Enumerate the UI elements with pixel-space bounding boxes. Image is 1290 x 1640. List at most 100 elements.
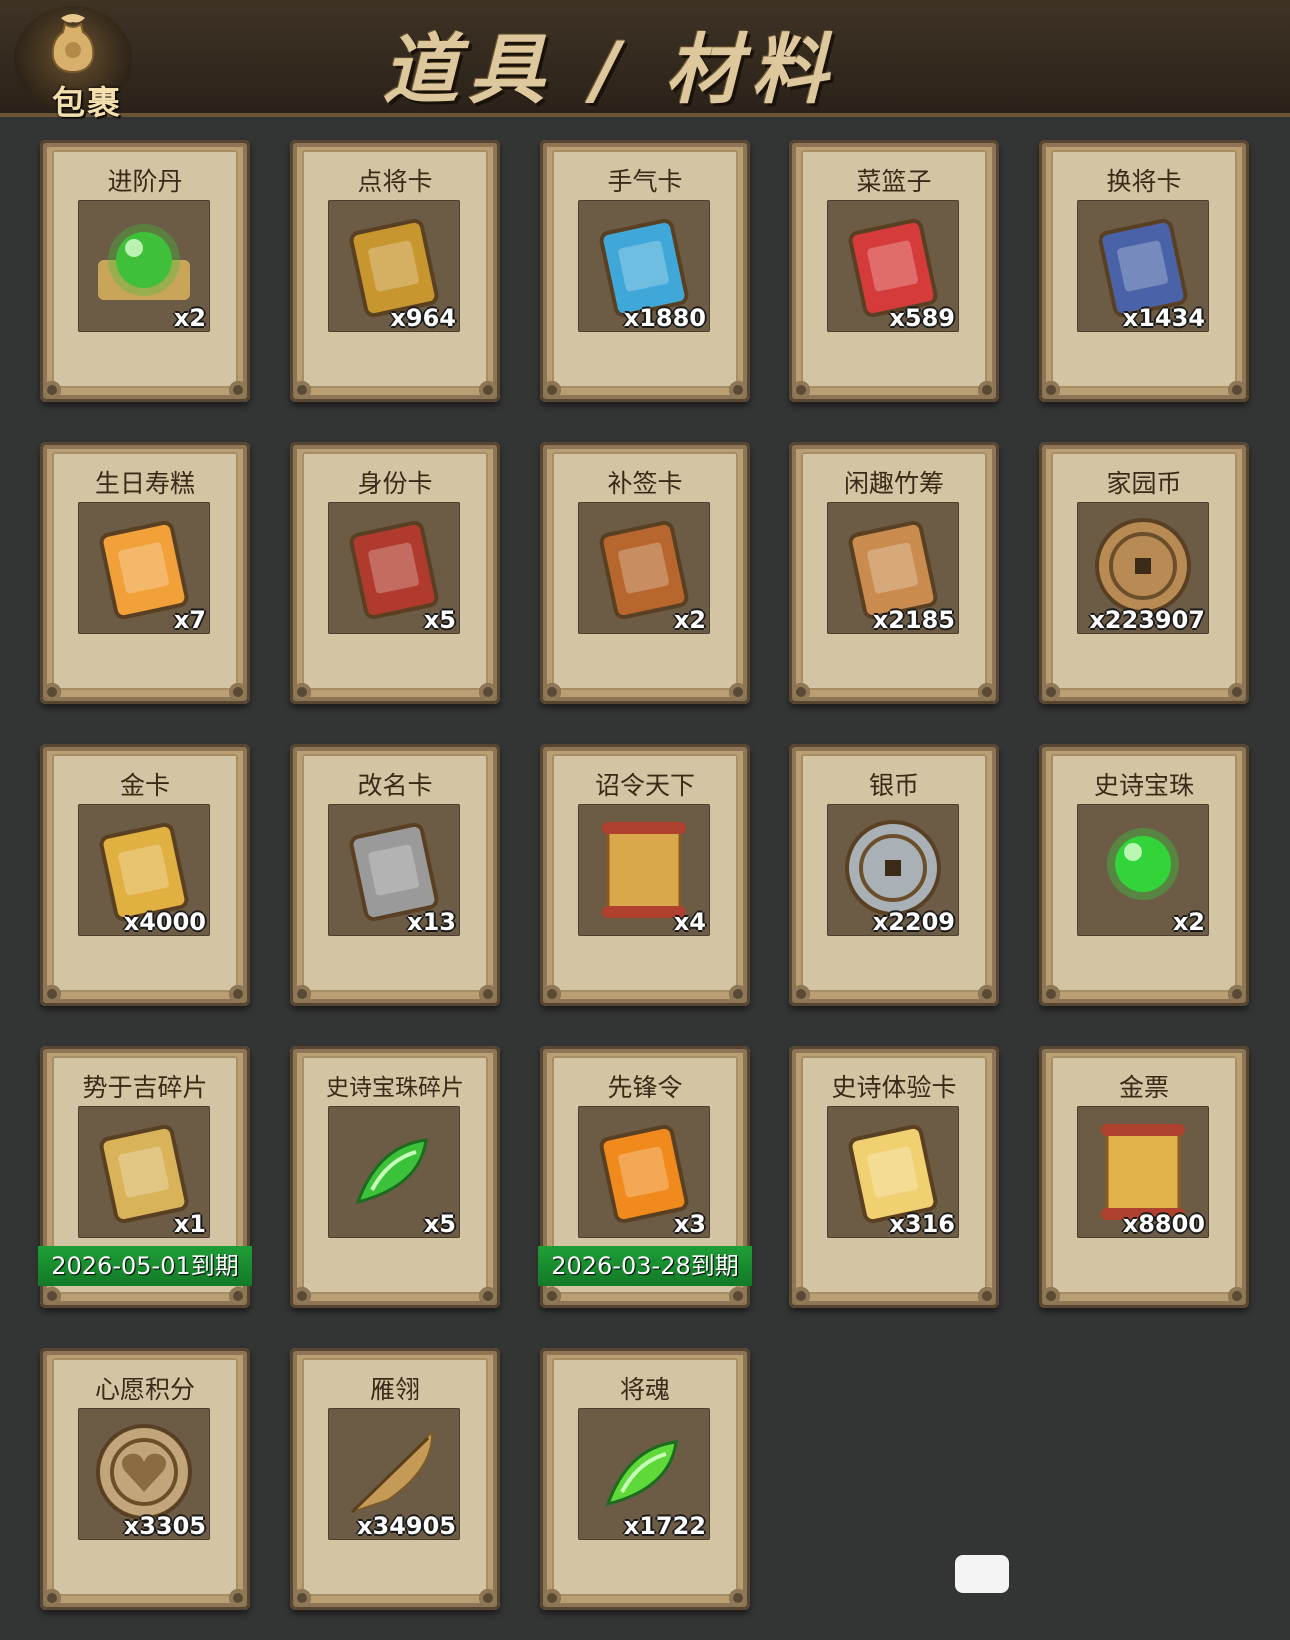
item-card[interactable]: 换将卡 x1434 <box>1039 140 1249 402</box>
item-image: x1 <box>78 1106 210 1238</box>
item-name: 改名卡 <box>357 771 433 800</box>
item-card[interactable]: 家园币 x223907 <box>1039 442 1249 704</box>
card-corner-ornament <box>229 683 247 701</box>
card-corner-ornament <box>792 683 810 701</box>
item-count: x3 <box>673 1210 706 1238</box>
item-card-panel: 史诗宝珠 x2 <box>1051 754 1237 992</box>
item-card[interactable]: 先锋令 x3 2026-03-28到期 <box>538 1046 752 1308</box>
card-corner-ornament <box>229 381 247 399</box>
item-image: x7 <box>78 502 210 634</box>
item-count: x316 <box>889 1210 955 1238</box>
item-image: x34905 <box>328 1408 460 1540</box>
item-name: 史诗宝珠碎片 <box>326 1075 464 1101</box>
card-corner-ornament <box>229 1589 247 1607</box>
item-card-panel: 补签卡 x2 <box>552 452 738 690</box>
item-image: x4 <box>578 804 710 936</box>
item-count: x1 <box>173 1210 206 1238</box>
item-name: 银币 <box>868 771 919 800</box>
watermark-icon <box>955 1555 1009 1593</box>
item-image: x589 <box>827 200 959 332</box>
card-corner-ornament <box>1228 381 1246 399</box>
item-count: x8800 <box>1122 1210 1205 1238</box>
card-corner-ornament <box>43 381 61 399</box>
item-card[interactable]: 势于吉碎片 x1 2026-05-01到期 <box>38 1046 252 1308</box>
item-image: x2 <box>578 502 710 634</box>
item-card[interactable]: 闲趣竹筹 x2185 <box>789 442 999 704</box>
card-corner-ornament <box>479 381 497 399</box>
card-corner-ornament <box>543 1287 561 1305</box>
page-title: 道具 / 材料 <box>382 25 838 114</box>
item-card-panel: 手气卡 x1880 <box>552 150 738 388</box>
card-corner-ornament <box>543 985 561 1003</box>
item-count: x5 <box>423 606 456 634</box>
item-image: x2 <box>78 200 210 332</box>
item-image: x5 <box>328 1106 460 1238</box>
card-corner-ornament <box>43 1287 61 1305</box>
item-image: x1722 <box>578 1408 710 1540</box>
card-corner-ornament <box>1042 381 1060 399</box>
item-card[interactable]: 史诗宝珠 x2 <box>1039 744 1249 1006</box>
item-name: 菜篮子 <box>856 167 932 196</box>
item-count: x3305 <box>123 1512 206 1540</box>
card-corner-ornament <box>1228 1287 1246 1305</box>
item-card[interactable]: 金卡 x4000 <box>40 744 250 1006</box>
item-name: 手气卡 <box>607 167 683 196</box>
item-card[interactable]: 菜篮子 x589 <box>789 140 999 402</box>
bag-button[interactable]: 包裹 <box>14 6 132 122</box>
item-grid: 进阶丹 x2 点将卡 x964 手气卡 x1880 菜篮子 x589 换将卡 x1434… <box>38 140 1260 1620</box>
item-card-panel: 家园币 x223907 <box>1051 452 1237 690</box>
item-card[interactable]: 诏令天下 x4 <box>540 744 750 1006</box>
item-name: 将魂 <box>619 1375 670 1404</box>
item-name: 史诗宝珠 <box>1093 771 1194 800</box>
item-count: x2 <box>1172 908 1205 936</box>
card-corner-ornament <box>729 683 747 701</box>
item-image: x2185 <box>827 502 959 634</box>
item-image: x8800 <box>1077 1106 1209 1238</box>
item-card[interactable]: 金票 x8800 <box>1039 1046 1249 1308</box>
bag-label: 包裹 <box>52 83 122 122</box>
item-card-panel: 雁翎 x34905 <box>302 1358 488 1596</box>
item-name: 家园币 <box>1106 469 1182 498</box>
card-corner-ornament <box>978 381 996 399</box>
item-card[interactable]: 银币 x2209 <box>789 744 999 1006</box>
item-count: x964 <box>390 304 456 332</box>
item-image: x13 <box>328 804 460 936</box>
card-corner-ornament <box>543 683 561 701</box>
item-card[interactable]: 心愿积分 x3305 <box>40 1348 250 1610</box>
card-corner-ornament <box>43 985 61 1003</box>
item-name: 换将卡 <box>1106 167 1182 196</box>
item-card[interactable]: 进阶丹 x2 <box>40 140 250 402</box>
item-card-panel: 史诗宝珠碎片 x5 <box>302 1056 488 1294</box>
item-name: 心愿积分 <box>94 1375 195 1404</box>
item-card-panel: 将魂 x1722 <box>552 1358 738 1596</box>
item-count: x2185 <box>872 606 955 634</box>
item-card[interactable]: 手气卡 x1880 <box>540 140 750 402</box>
card-corner-ornament <box>293 1589 311 1607</box>
item-card-panel: 史诗体验卡 x316 <box>801 1056 987 1294</box>
item-count: x4 <box>673 908 706 936</box>
item-card[interactable]: 身份卡 x5 <box>290 442 500 704</box>
item-card[interactable]: 史诗宝珠碎片 x5 <box>290 1046 500 1308</box>
card-corner-ornament <box>229 1287 247 1305</box>
item-name: 诏令天下 <box>594 771 695 800</box>
item-card-panel: 改名卡 x13 <box>302 754 488 992</box>
bag-icon <box>51 14 95 74</box>
item-count: x2209 <box>872 908 955 936</box>
item-image: x5 <box>328 502 460 634</box>
item-card[interactable]: 史诗体验卡 x316 <box>789 1046 999 1308</box>
item-count: x1722 <box>623 1512 706 1540</box>
item-card[interactable]: 雁翎 x34905 <box>290 1348 500 1610</box>
item-card[interactable]: 补签卡 x2 <box>540 442 750 704</box>
item-card-panel: 换将卡 x1434 <box>1051 150 1237 388</box>
item-count: x4000 <box>123 908 206 936</box>
item-card[interactable]: 点将卡 x964 <box>290 140 500 402</box>
card-corner-ornament <box>978 985 996 1003</box>
card-corner-ornament <box>1228 985 1246 1003</box>
item-count: x2 <box>673 606 706 634</box>
card-corner-ornament <box>1228 683 1246 701</box>
item-image: x1434 <box>1077 200 1209 332</box>
item-card[interactable]: 将魂 x1722 <box>540 1348 750 1610</box>
item-card[interactable]: 改名卡 x13 <box>290 744 500 1006</box>
item-card[interactable]: 生日寿糕 x7 <box>40 442 250 704</box>
item-name: 先锋令 <box>607 1073 683 1102</box>
